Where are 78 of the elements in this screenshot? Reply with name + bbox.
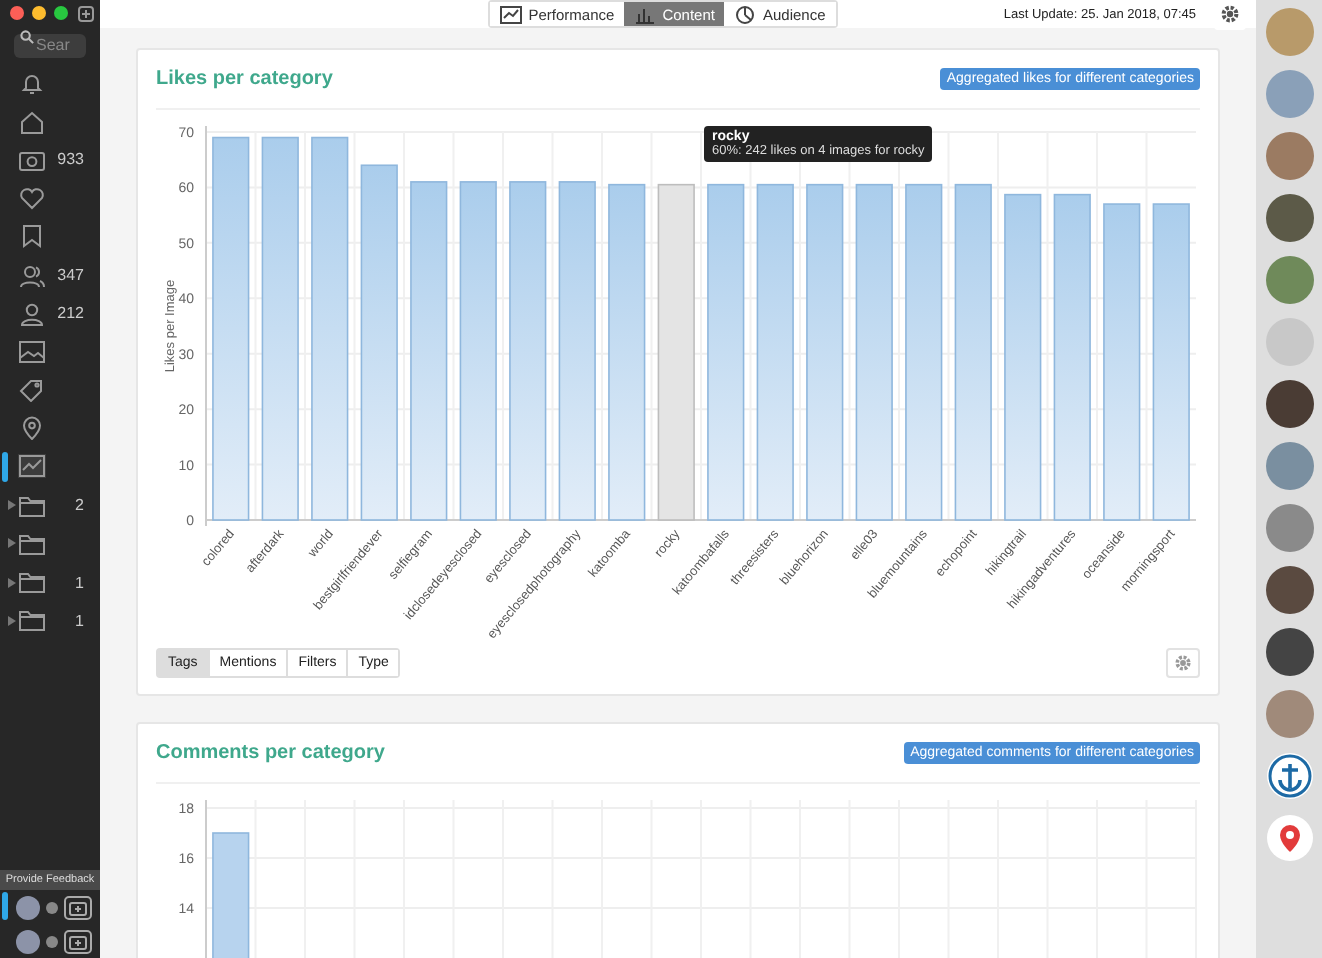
image-icon bbox=[18, 339, 46, 364]
expand-arrow-icon[interactable] bbox=[8, 577, 16, 588]
home-icon bbox=[18, 109, 46, 134]
bar[interactable] bbox=[707, 183, 745, 521]
add-photo-icon[interactable] bbox=[64, 895, 92, 919]
bar[interactable] bbox=[509, 181, 547, 521]
add-photo-icon[interactable] bbox=[64, 929, 92, 953]
item-count: 212 bbox=[57, 304, 84, 323]
bar[interactable] bbox=[1152, 203, 1190, 521]
bar[interactable] bbox=[608, 183, 646, 521]
sidebar-item[interactable]: 347 bbox=[0, 255, 100, 295]
item-count: 1 bbox=[75, 573, 84, 592]
search-field[interactable]: Sear bbox=[14, 33, 86, 57]
bar-chart-icon bbox=[634, 5, 657, 23]
bar[interactable] bbox=[212, 136, 250, 521]
chart-settings-button[interactable] bbox=[1166, 648, 1200, 678]
close-window-button[interactable] bbox=[10, 6, 24, 20]
bar[interactable] bbox=[212, 832, 250, 958]
sidebar-item[interactable]: 1 bbox=[0, 562, 100, 602]
sidebar-item[interactable]: 212 bbox=[0, 294, 100, 333]
users-icon bbox=[18, 263, 46, 288]
folder-icon bbox=[18, 493, 46, 518]
bar[interactable] bbox=[1004, 193, 1042, 521]
account-avatar bbox=[16, 929, 40, 953]
account-avatar bbox=[16, 895, 40, 919]
status-dot-icon bbox=[46, 901, 58, 913]
pin-icon bbox=[18, 416, 46, 441]
zoom-window-button[interactable] bbox=[54, 6, 68, 20]
tag-icon bbox=[18, 378, 46, 403]
bar[interactable] bbox=[1053, 193, 1091, 521]
bar[interactable] bbox=[954, 183, 992, 521]
user-icon bbox=[18, 301, 46, 326]
bar[interactable] bbox=[261, 136, 299, 521]
sidebar-item[interactable]: 1 bbox=[0, 601, 100, 640]
bar[interactable] bbox=[657, 183, 695, 521]
item-count: 2 bbox=[75, 496, 84, 515]
bookmark-icon bbox=[18, 224, 46, 249]
location-pin-logo-icon[interactable] bbox=[1265, 814, 1313, 862]
pie-chart-icon bbox=[734, 5, 757, 23]
heart-icon bbox=[18, 186, 46, 211]
expand-arrow-icon[interactable] bbox=[8, 500, 16, 511]
photo-placeholder[interactable] bbox=[1265, 380, 1313, 428]
minimize-window-button[interactable] bbox=[32, 6, 46, 20]
item-count: 933 bbox=[57, 150, 84, 169]
line-chart-icon bbox=[500, 5, 523, 23]
photo-placeholder[interactable] bbox=[1265, 628, 1313, 676]
search-icon bbox=[20, 29, 34, 43]
bar[interactable] bbox=[360, 164, 398, 521]
bar[interactable] bbox=[806, 183, 844, 521]
expand-arrow-icon[interactable] bbox=[8, 615, 16, 626]
card-title: Likes per category bbox=[156, 68, 333, 90]
camera-icon bbox=[18, 147, 46, 172]
item-count: 1 bbox=[75, 611, 84, 630]
card-title: Comments per category bbox=[156, 742, 385, 764]
anchor-logo-icon[interactable] bbox=[1265, 752, 1313, 800]
bar[interactable] bbox=[410, 181, 448, 521]
folder-icon bbox=[18, 570, 46, 595]
photo-placeholder[interactable] bbox=[1265, 566, 1313, 614]
folder-icon bbox=[18, 608, 46, 633]
bar[interactable] bbox=[1103, 203, 1141, 521]
settings-icon bbox=[1174, 654, 1192, 672]
add-window-icon[interactable] bbox=[78, 5, 94, 21]
chart-icon bbox=[18, 454, 46, 479]
expand-arrow-icon[interactable] bbox=[8, 538, 16, 549]
bar[interactable] bbox=[855, 183, 893, 521]
sidebar-item[interactable]: 2 bbox=[0, 486, 100, 525]
item-count: 347 bbox=[57, 266, 84, 285]
status-dot-icon bbox=[46, 935, 58, 947]
bar[interactable] bbox=[459, 181, 497, 521]
sidebar-item[interactable]: 933 bbox=[0, 140, 100, 180]
bell-icon bbox=[18, 71, 46, 96]
settings-icon bbox=[1220, 4, 1240, 24]
bar[interactable] bbox=[756, 183, 794, 521]
photo-placeholder[interactable] bbox=[1265, 194, 1313, 242]
bar[interactable] bbox=[311, 136, 349, 521]
bar[interactable] bbox=[558, 181, 596, 521]
bar[interactable] bbox=[905, 183, 943, 521]
folder-icon bbox=[18, 531, 46, 556]
